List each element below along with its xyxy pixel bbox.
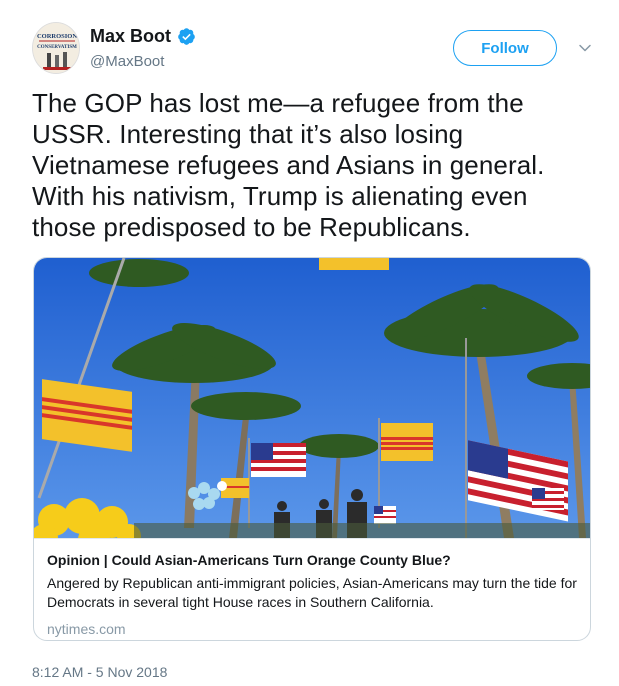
tweet-header: CORROSION CONSERVATISM Max Boot @MaxBoot… [32,22,602,78]
handle[interactable]: @MaxBoot [90,53,196,70]
follow-button[interactable]: Follow [453,30,557,66]
author-info: Max Boot @MaxBoot [90,26,196,70]
avatar[interactable]: CORROSION CONSERVATISM [32,22,80,74]
tweet-timestamp[interactable]: 8:12 AM - 5 Nov 2018 [32,664,167,680]
palm-trees-flags-photo [34,258,590,556]
tweet-text: The GOP has lost me—a refugee from the U… [32,88,545,242]
verified-badge-icon [177,27,196,46]
avatar-text-1: CORROSION [37,33,77,40]
card-body[interactable]: Opinion | Could Asian-Americans Turn Ora… [34,538,590,640]
avatar-text-2: CONSERVATISM [37,45,77,50]
book-cover-avatar-image: CORROSION CONSERVATISM [33,23,79,73]
card-description: Angered by Republican anti-immigrant pol… [47,575,577,610]
display-name-row[interactable]: Max Boot [90,26,196,47]
display-name[interactable]: Max Boot [90,26,171,47]
yellow-flag-left [42,379,132,452]
card-domain: nytimes.com [47,621,126,637]
card-image[interactable] [34,258,590,556]
link-preview-card[interactable]: Opinion | Could Asian-Americans Turn Ora… [33,257,591,641]
chevron-down-icon[interactable] [578,41,592,55]
card-title[interactable]: Opinion | Could Asian-Americans Turn Ora… [47,551,579,569]
